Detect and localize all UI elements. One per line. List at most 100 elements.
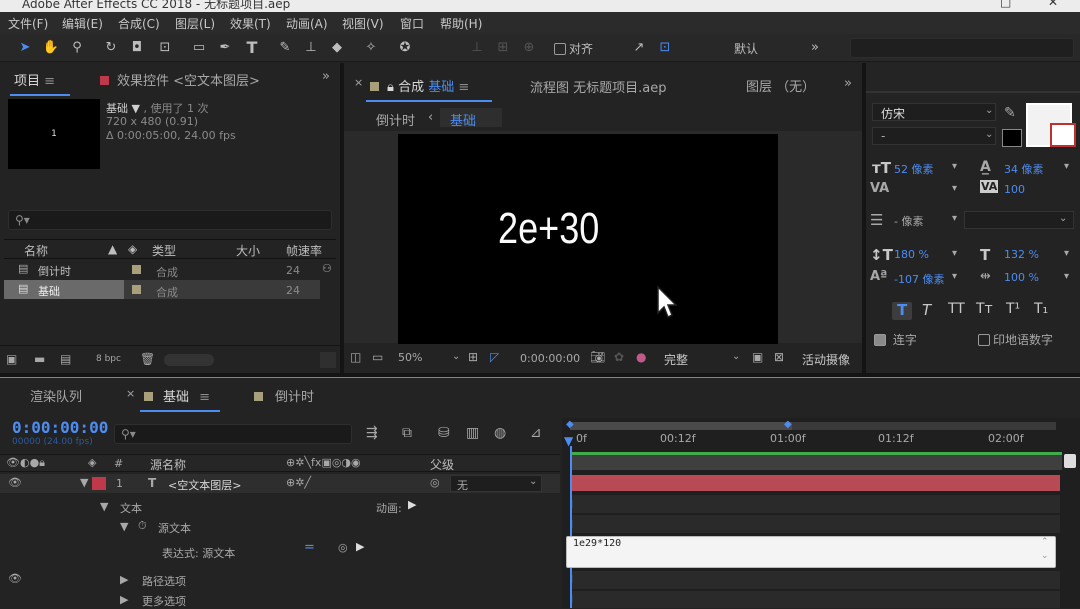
tab-flowchart[interactable]: 流程图 无标题项目.aep xyxy=(530,77,666,96)
delete-icon[interactable]: 🗑 xyxy=(140,352,155,366)
all-caps-button[interactable]: TT xyxy=(948,301,965,317)
chevron-down-icon[interactable]: ▾ xyxy=(952,213,957,224)
comp-canvas[interactable]: 2e+30 xyxy=(398,134,778,344)
menu-file[interactable]: 文件(F) xyxy=(8,15,48,32)
source-text-property[interactable]: 源文本 xyxy=(158,520,191,536)
zoom-chevron-down-icon[interactable]: ⌄ xyxy=(452,351,460,362)
panel-overflow-icon[interactable]: » xyxy=(322,69,330,84)
roto-brush-tool-icon[interactable]: ✧ xyxy=(362,39,380,57)
vertical-scale-value[interactable]: 180 % xyxy=(894,248,929,261)
tab-composition[interactable]: 🔒︎ 合成 基础 ≡ xyxy=(370,76,469,95)
tab-timeline-countdown[interactable]: 倒计时 xyxy=(254,386,314,405)
type-tool-icon[interactable]: T xyxy=(243,39,261,57)
bpc-button[interactable]: 8 bpc xyxy=(96,354,121,364)
always-preview-icon[interactable]: ◫ xyxy=(350,350,361,364)
small-caps-button[interactable]: Tт xyxy=(976,301,993,317)
chevron-down-icon[interactable]: ▾ xyxy=(1064,271,1069,282)
expression-scroll-down-icon[interactable]: ⌄ xyxy=(1041,551,1049,561)
brush-tool-icon[interactable]: ✎ xyxy=(276,39,294,57)
col-type[interactable]: 类型 xyxy=(152,242,176,259)
text-property[interactable]: 文本 xyxy=(120,500,142,516)
comp-mini-flowchart-icon[interactable]: ⇶ xyxy=(366,425,378,441)
col-fps[interactable]: 帧速率 xyxy=(286,242,322,259)
close-tab-icon[interactable]: × xyxy=(354,76,363,89)
faux-bold-button[interactable]: T xyxy=(897,301,907,319)
timeline-scrollbar-thumb[interactable] xyxy=(1064,454,1076,468)
transparency-grid-icon[interactable]: ⊠ xyxy=(774,350,784,364)
region-of-interest-icon[interactable]: ▣ xyxy=(752,350,763,364)
layer-label-color[interactable] xyxy=(92,477,106,490)
timeline-search-input[interactable]: ⚲▾ xyxy=(114,424,352,444)
font-style-dropdown[interactable]: - ⌄ xyxy=(872,127,996,145)
chevron-down-icon[interactable]: ▾ xyxy=(1064,161,1069,172)
stopwatch-icon[interactable]: ⏱︎ xyxy=(138,519,147,533)
pen-tool-icon[interactable]: ✒ xyxy=(216,39,234,57)
stroke-color-swatch[interactable] xyxy=(1050,123,1076,147)
tab-timeline-basic[interactable]: 基础 ≡ xyxy=(144,386,210,405)
panel-menu-icon[interactable]: ≡ xyxy=(199,390,210,405)
close-icon[interactable]: ✕ xyxy=(1048,0,1058,9)
show-snapshot-icon[interactable]: ✿ xyxy=(614,350,624,364)
tab-layer[interactable]: 图层 （无） xyxy=(746,76,815,95)
panel-menu-icon[interactable]: ≡ xyxy=(458,80,469,95)
menu-window[interactable]: 窗口 xyxy=(400,15,424,32)
more-options-property[interactable]: 更多选项 xyxy=(142,593,186,609)
hindi-digits-checkbox[interactable]: 印地语数字 xyxy=(978,331,1053,348)
font-size-value[interactable]: 52 像素 xyxy=(894,161,934,177)
current-time-display[interactable]: 0:00:00:00 xyxy=(12,418,108,437)
pan-behind-tool-icon[interactable]: ⊡ xyxy=(156,39,174,57)
monitor-icon[interactable]: ▭ xyxy=(372,350,383,364)
switches-icon[interactable]: ⊕✲╲fx▣◎◑◉ xyxy=(286,456,361,469)
shy-layers-icon[interactable]: ⛁ xyxy=(438,425,450,441)
viewer-text[interactable]: 2e+30 xyxy=(498,204,599,254)
chevron-down-icon[interactable]: ▾ xyxy=(952,161,957,172)
resolution-chevron-down-icon[interactable]: ⌄ xyxy=(732,351,740,362)
col-size[interactable]: 大小 xyxy=(236,242,260,259)
expression-enable-icon[interactable]: = xyxy=(304,540,315,555)
navigator-start-icon[interactable]: ◆ xyxy=(566,419,574,430)
expand-chevron-down-icon[interactable]: ▼ xyxy=(100,500,108,513)
camera-dropdown[interactable]: 活动摄像 xyxy=(802,351,850,368)
keyframe-marker-icon[interactable]: I xyxy=(570,573,573,586)
chevron-down-icon[interactable]: ▾ xyxy=(952,183,957,194)
new-comp-icon[interactable]: ▤ xyxy=(60,352,71,366)
expression-language-menu-icon[interactable]: ▶ xyxy=(356,540,364,553)
menu-layer[interactable]: 图层(L) xyxy=(175,15,215,32)
expression-text[interactable]: 1e29*120 xyxy=(573,538,621,549)
motion-blur-icon[interactable]: ◍ xyxy=(494,425,506,441)
breadcrumb-countdown[interactable]: 倒计时 xyxy=(376,110,415,129)
col-parent[interactable]: 父级 xyxy=(430,456,454,473)
font-family-dropdown[interactable]: 仿宋 ⌄ xyxy=(872,103,996,121)
safe-zones-icon[interactable]: ⊞ xyxy=(468,350,478,364)
rotate-tool-icon[interactable]: ↻ xyxy=(102,39,120,57)
project-item-countdown[interactable]: ▤ 倒计时 合成 24 ⚇ xyxy=(4,260,334,279)
av-features-icon[interactable]: 👁◐●🔒︎ xyxy=(6,456,45,470)
chevron-down-icon[interactable]: ▾ xyxy=(1064,248,1069,259)
path-options-property[interactable]: 路径选项 xyxy=(142,573,186,589)
parent-dropdown[interactable]: 无 ⌄ xyxy=(450,475,542,492)
work-area-bar[interactable] xyxy=(570,452,1062,470)
view-axis-icon[interactable]: ⊕ xyxy=(520,39,538,57)
snapshot-icon[interactable]: 📷︎ xyxy=(590,350,605,364)
ligatures-checkbox-box[interactable] xyxy=(874,334,886,346)
project-item-basic[interactable]: ▤ 基础 合成 24 xyxy=(4,280,320,299)
hand-tool-icon[interactable]: ✋ xyxy=(42,39,60,57)
zoom-tool-icon[interactable]: ⚲ xyxy=(68,39,86,57)
menu-view[interactable]: 视图(V) xyxy=(342,15,384,32)
viewer-area[interactable]: 2e+30 xyxy=(344,131,862,344)
ligatures-checkbox[interactable]: 连字 xyxy=(874,331,917,348)
pickwhip-icon[interactable]: ◎ xyxy=(430,476,440,489)
maximize-icon[interactable]: □ xyxy=(1000,0,1011,9)
snap-features-icon[interactable]: ⊡ xyxy=(656,39,674,57)
project-search-input[interactable]: ⚲▾ xyxy=(8,210,332,230)
snap-checkbox-box[interactable] xyxy=(554,43,566,55)
workspace-default[interactable]: 默认 xyxy=(734,40,758,57)
rectangle-tool-icon[interactable]: ▭ xyxy=(190,39,208,57)
eyedropper-icon[interactable]: ✎ xyxy=(1004,105,1016,121)
time-navigator-range[interactable] xyxy=(570,422,792,430)
eye-icon[interactable]: 👁 xyxy=(8,476,22,489)
sort-asc-icon[interactable]: ▲ xyxy=(108,242,117,256)
comp-info-name[interactable]: 基础 ▼ , 使用了 1 次 xyxy=(106,100,208,116)
stroke-width-value[interactable]: - 像素 xyxy=(894,213,923,229)
breadcrumb-basic[interactable]: 基础 xyxy=(450,110,476,129)
